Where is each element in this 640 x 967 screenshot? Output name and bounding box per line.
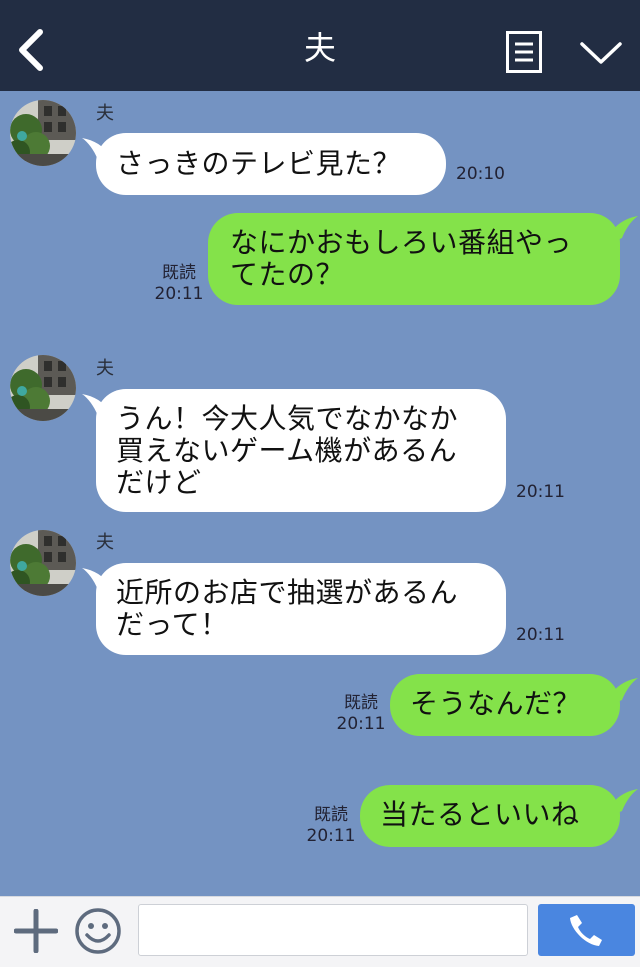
avatar[interactable] [10,530,76,596]
sender-name: 夫 [96,532,114,553]
read-status: 既読 20:11 [336,693,386,735]
avatar[interactable] [10,355,76,421]
smile-icon[interactable] [74,907,122,955]
read-label: 既読 [162,263,196,283]
chevron-down-icon[interactable] [578,38,624,68]
message-bubble[interactable]: うん！今大人気でなかなか 買えないゲーム機があるん だけど [96,389,506,512]
message-time: 20:11 [306,826,356,846]
message-time: 20:11 [336,714,386,734]
sender-name: 夫 [96,358,114,379]
read-status: 既読 20:11 [154,263,204,305]
read-status: 既読 20:11 [306,805,356,847]
chat-title: 夫 [303,29,336,67]
message-time: 20:11 [516,482,565,502]
input-bar [0,896,640,967]
message-bubble[interactable]: 当たるといいね [360,785,620,847]
message-time: 20:11 [516,625,565,645]
avatar[interactable] [10,100,76,166]
read-label: 既読 [344,693,378,713]
message-bubble[interactable]: そうなんだ？ [390,674,620,736]
message-bubble[interactable]: さっきのテレビ見た？ [96,133,446,195]
call-button[interactable] [538,904,635,956]
message-time: 20:11 [154,284,204,304]
chat-header: 夫 [0,0,640,91]
plus-icon[interactable] [14,909,58,953]
phone-icon [570,915,602,946]
message-time: 20:10 [456,164,505,184]
message-bubble[interactable]: なにかおもしろい番組やっ てたの？ [208,213,620,305]
read-label: 既読 [314,805,348,825]
message-input[interactable] [138,904,528,956]
list-icon[interactable] [506,31,542,73]
sender-name: 夫 [96,103,114,124]
message-bubble[interactable]: 近所のお店で抽選があるん だって！ [96,563,506,655]
